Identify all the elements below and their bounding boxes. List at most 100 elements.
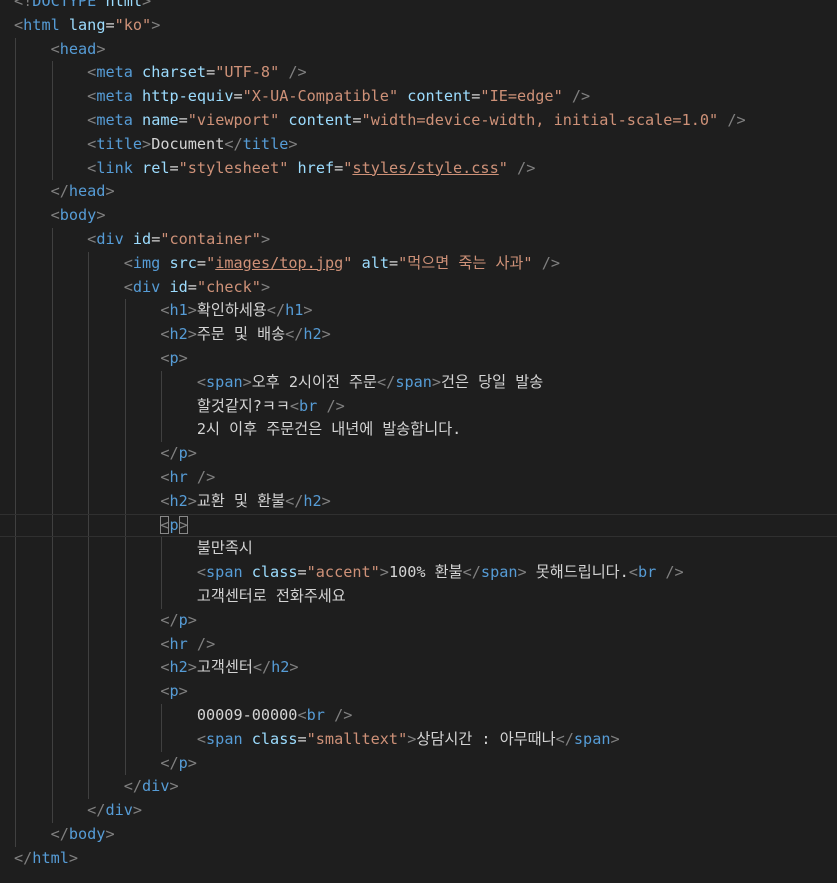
code-punctuation: </ — [266, 301, 286, 320]
indent-guide — [88, 465, 90, 490]
code-text: 할것같지?ㅋㅋ — [196, 396, 290, 415]
indent-guide — [15, 156, 16, 181]
code-punctuation: < — [123, 253, 133, 272]
code-line[interactable]: <div id="container"> — [0, 227, 837, 252]
code-line[interactable]: <!DOCTYPE html> — [0, 0, 837, 14]
code-punctuation: > — [142, 0, 152, 10]
indent-guide — [51, 799, 53, 823]
code-tag-name: h2 — [169, 658, 188, 677]
indent-guide — [124, 489, 126, 514]
indent-guide — [124, 442, 126, 466]
code-attribute-name: class — [251, 563, 298, 582]
code-attribute-name: href — [297, 158, 335, 177]
code-line[interactable]: <html lang="ko"> — [0, 14, 837, 38]
code-punctuation: /> — [541, 253, 560, 272]
code-tag-name: span — [206, 563, 243, 582]
indent-guide — [15, 656, 16, 681]
code-punctuation: </ — [285, 325, 304, 344]
code-line[interactable]: </p> — [0, 608, 837, 633]
code-tag-name: p — [169, 515, 179, 534]
indent-guide — [88, 680, 90, 704]
code-punctuation: > — [187, 301, 197, 320]
code-line[interactable]: </div> — [0, 775, 837, 800]
indent-guide — [15, 275, 16, 300]
code-line[interactable]: <meta http-equiv="X-UA-Compatible" conte… — [0, 85, 837, 109]
code-tag-name: h2 — [169, 491, 188, 510]
code-string: "smalltext" — [306, 729, 408, 748]
code-attribute-name: lang — [68, 15, 106, 34]
code-line[interactable]: <h2>고객센터</h2> — [0, 656, 837, 681]
indentation — [14, 40, 51, 58]
indent-guide — [15, 727, 16, 752]
code-tag-name: body — [68, 824, 106, 843]
code-matched-bracket: > — [178, 515, 188, 534]
indent-guide — [51, 561, 53, 585]
code-line[interactable]: 00009-00000<br /> — [0, 703, 837, 728]
code-line[interactable]: </html> — [0, 847, 837, 871]
code-line[interactable]: <img src="images/top.jpg" alt="먹으면 죽는 사과… — [0, 251, 837, 276]
code-line[interactable]: 불만족시 — [0, 537, 837, 562]
code-line[interactable]: <title>Document</title> — [0, 132, 837, 157]
code-editor[interactable]: <!DOCTYPE html> <html lang="ko"> <head> <… — [0, 0, 837, 883]
indentation — [14, 373, 197, 391]
code-punctuation: < — [123, 277, 133, 296]
indent-guide — [51, 775, 53, 800]
code-line[interactable]: <link rel="stylesheet" href="styles/styl… — [0, 156, 837, 181]
code-line[interactable]: <h2>주문 및 배송</h2> — [0, 323, 837, 347]
code-line[interactable]: <span class="accent">100% 환불</span> 못해드립… — [0, 561, 837, 585]
code-line[interactable]: <head> — [0, 37, 837, 62]
indent-guide — [124, 751, 126, 776]
indent-guide — [161, 537, 163, 562]
code-line[interactable]: </p> — [0, 442, 837, 466]
code-punctuation: > — [260, 277, 271, 296]
code-line[interactable]: <h1>확인하세용</h1> — [0, 299, 837, 324]
code-line[interactable]: 할것같지?ㅋㅋ<br /> — [0, 394, 837, 419]
code-line[interactable]: <hr /> — [0, 465, 837, 490]
code-line[interactable]: <span class="smalltext">상담시간 : 아무때나</spa… — [0, 727, 837, 752]
code-line[interactable]: </head> — [0, 180, 837, 205]
indent-guide — [51, 489, 53, 514]
code-line[interactable]: </body> — [0, 822, 837, 847]
indent-guide — [88, 632, 90, 657]
code-punctuation: > — [431, 372, 442, 391]
indent-guide — [51, 394, 53, 419]
code-tag-name: hr — [169, 467, 188, 486]
indent-guide — [88, 751, 90, 776]
code-line[interactable]: <div id="check"> — [0, 275, 837, 300]
code-line[interactable]: <p> — [0, 346, 837, 371]
code-punctuation: </ — [252, 658, 272, 677]
code-punctuation: > — [321, 491, 331, 510]
code-line[interactable]: 2시 이후 주문건은 내년에 발송합니다. — [0, 418, 837, 443]
code-punctuation: </ — [123, 777, 143, 796]
code-line[interactable]: <body> — [0, 204, 837, 228]
indent-guide — [124, 656, 126, 681]
code-line[interactable]: 고객센터로 전화주세요 — [0, 584, 837, 609]
code-line[interactable]: </p> — [0, 751, 837, 776]
code-punctuation: /> — [727, 110, 746, 129]
code-punctuation: > — [105, 824, 115, 843]
code-text: 불만족시 — [196, 539, 253, 558]
code-line[interactable]: </div> — [0, 799, 837, 823]
indent-guide — [15, 632, 16, 657]
code-line[interactable]: <h2>교환 및 환불</h2> — [0, 489, 837, 514]
code-line[interactable]: <meta charset="UTF-8" /> — [0, 61, 837, 86]
code-text: 고객센터로 전화주세요 — [196, 586, 346, 605]
code-punctuation: > — [96, 206, 106, 225]
code-line[interactable]: <p> — [0, 513, 837, 538]
indent-guide — [15, 442, 16, 466]
code-line[interactable]: <hr /> — [0, 632, 837, 657]
indent-guide — [124, 394, 126, 419]
indent-guide — [51, 370, 53, 395]
code-line[interactable]: <p> — [0, 680, 837, 704]
indent-guide — [88, 489, 90, 514]
code-line[interactable]: <span>오후 2시이전 주문</span>건은 당일 발송 — [0, 370, 837, 395]
code-punctuation: < — [628, 563, 638, 582]
code-line[interactable]: <meta name="viewport" content="width=dev… — [0, 108, 837, 133]
